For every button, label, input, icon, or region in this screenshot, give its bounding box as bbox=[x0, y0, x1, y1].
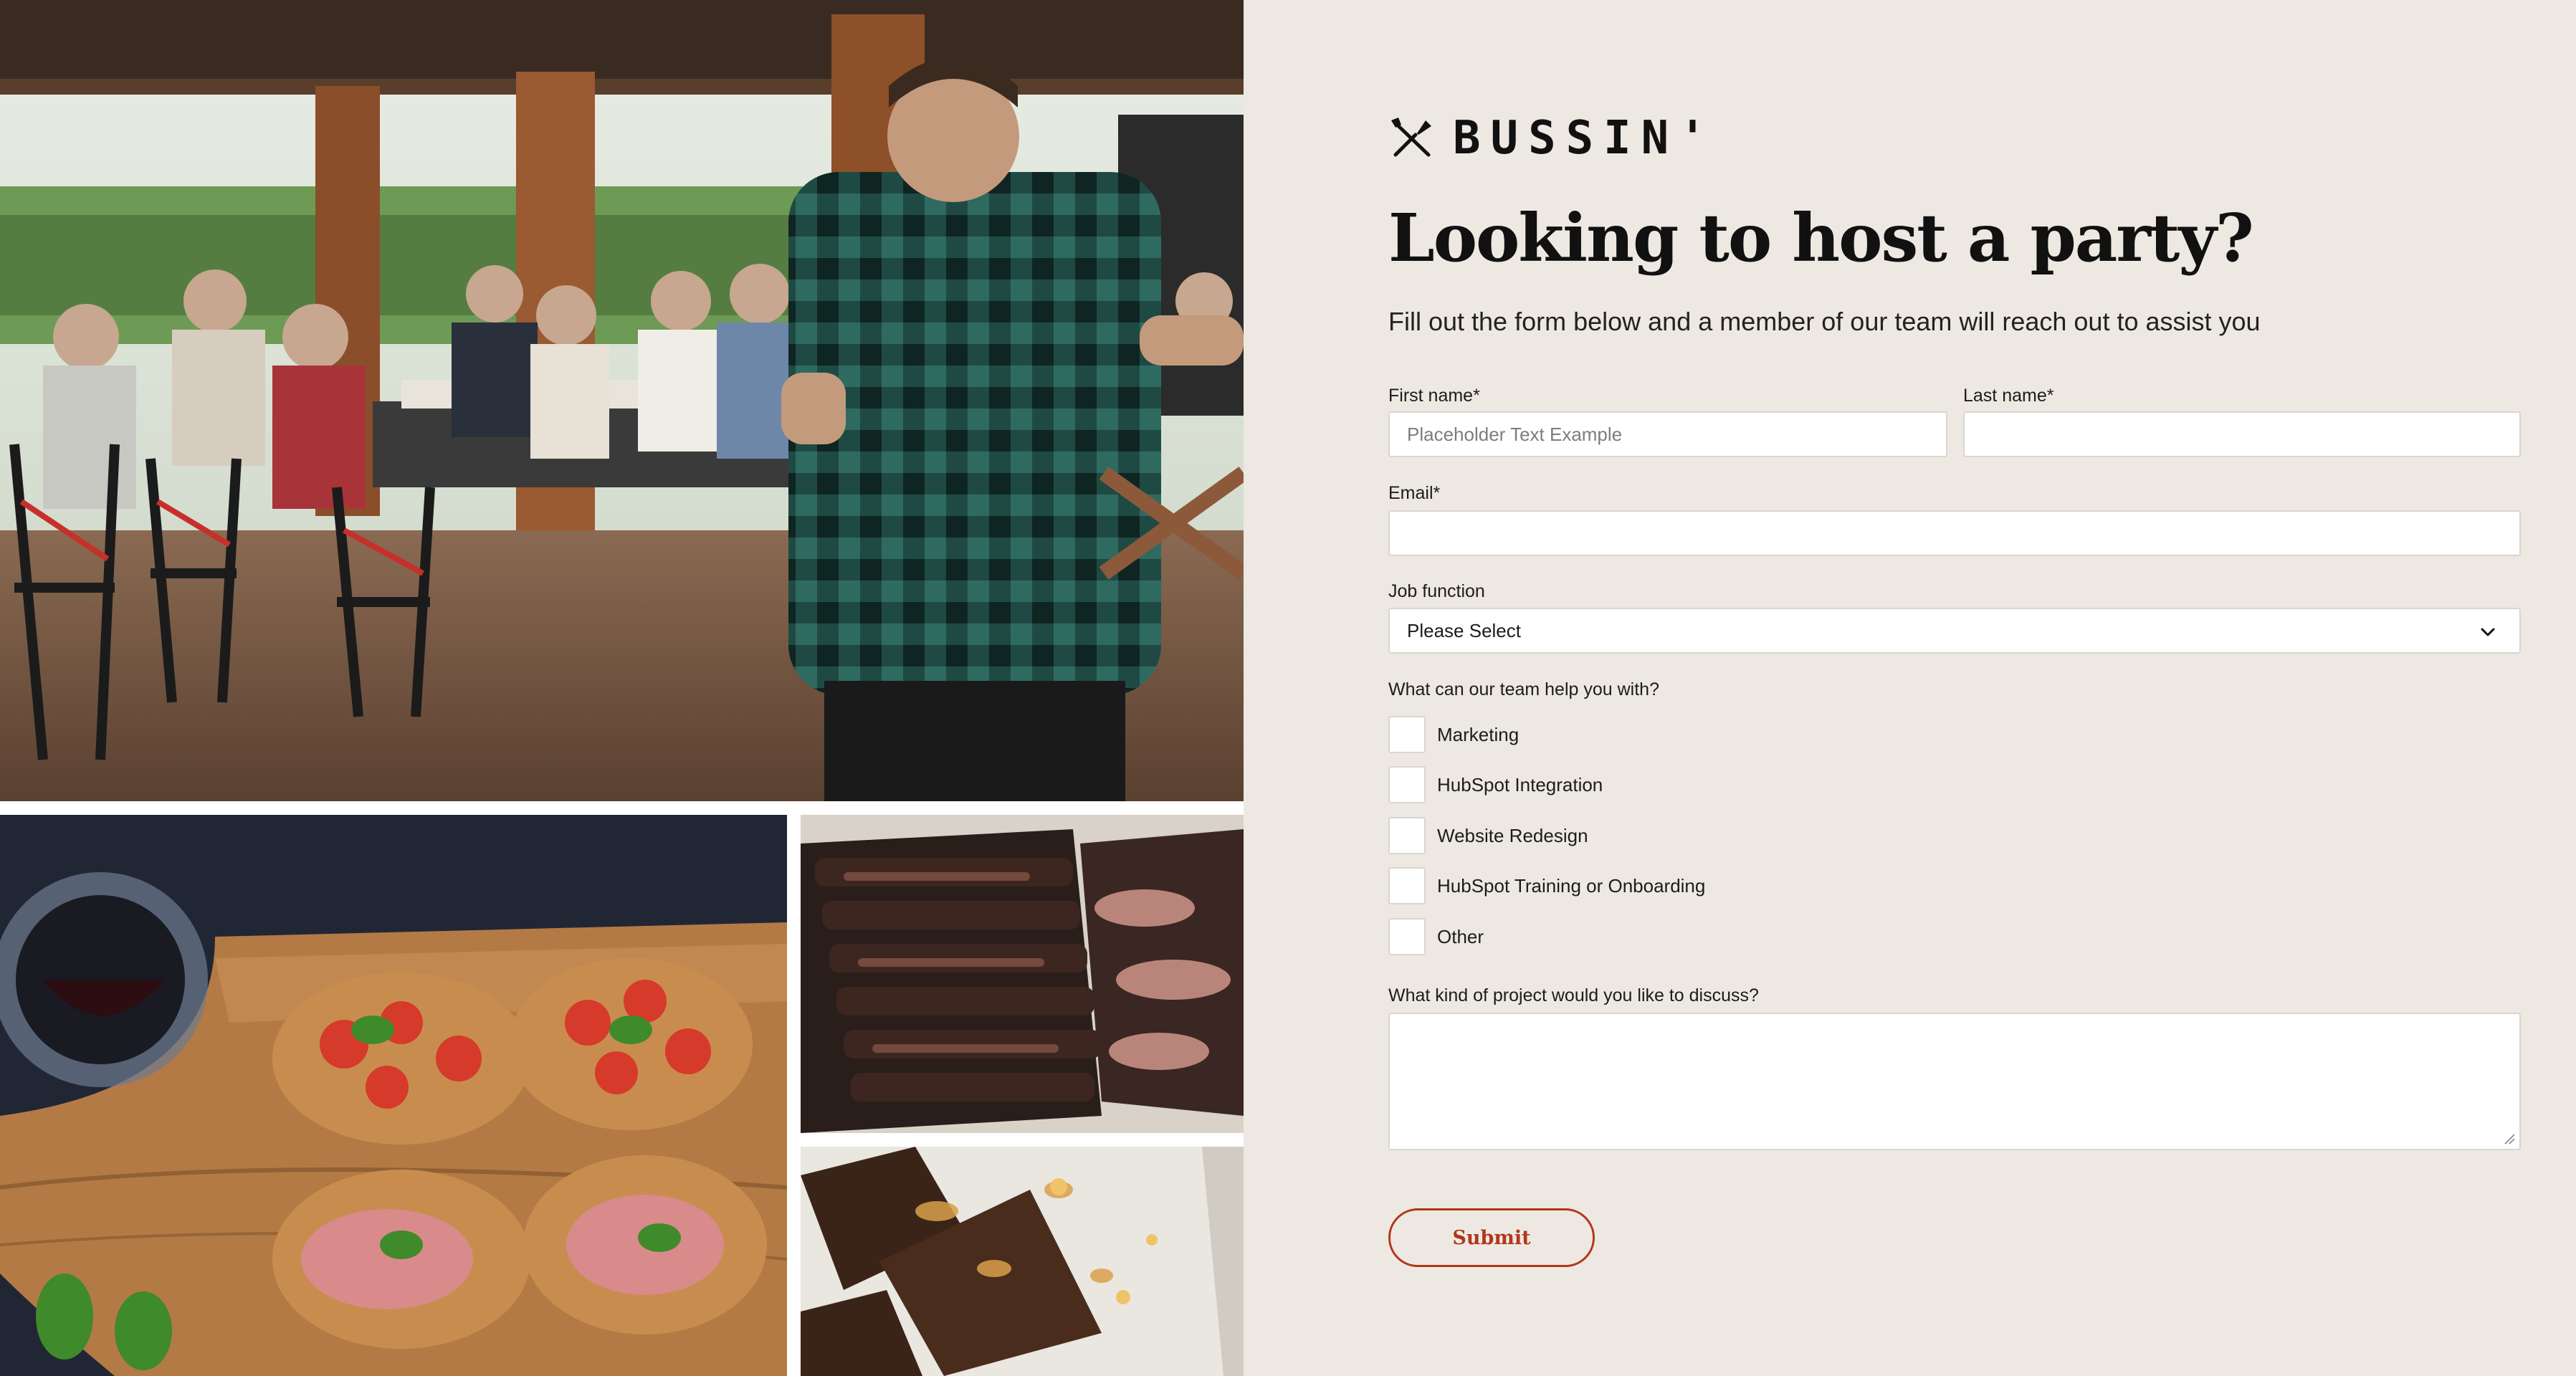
checkbox[interactable] bbox=[1388, 716, 1426, 753]
last-name-label: Last name* bbox=[1963, 386, 2054, 406]
party-photo bbox=[0, 0, 1244, 801]
email-input[interactable] bbox=[1388, 510, 2521, 556]
email-label: Email* bbox=[1388, 483, 1441, 503]
photo-collage bbox=[0, 0, 1244, 1376]
job-function-selected: Please Select bbox=[1407, 619, 1521, 641]
checkbox-label: Other bbox=[1437, 925, 1484, 947]
checkbox-option-website-redesign[interactable]: Website Redesign bbox=[1388, 817, 1588, 854]
checkbox-label: Marketing bbox=[1437, 723, 1520, 745]
job-function-label: Job function bbox=[1388, 581, 1485, 601]
last-name-input[interactable] bbox=[1963, 411, 2521, 457]
project-textarea[interactable] bbox=[1388, 1013, 2521, 1150]
page-subtitle: Fill out the form below and a member of … bbox=[1388, 307, 2261, 336]
help-group-label: What can our team help you with? bbox=[1388, 679, 1659, 699]
checkbox-option-hubspot-integration[interactable]: HubSpot Integration bbox=[1388, 766, 1603, 803]
checkbox-label: Website Redesign bbox=[1437, 824, 1588, 846]
chevron-down-icon bbox=[2481, 628, 2495, 636]
first-name-input[interactable] bbox=[1388, 411, 1947, 457]
checkbox[interactable] bbox=[1388, 918, 1426, 955]
brownie-photo bbox=[801, 1147, 1244, 1376]
project-label: What kind of project would you like to d… bbox=[1388, 985, 1759, 1005]
checkbox[interactable] bbox=[1388, 867, 1426, 904]
form-panel: BUSSIN' Looking to host a party? Fill ou… bbox=[1244, 0, 2576, 1376]
ribs-photo bbox=[801, 815, 1244, 1133]
crossed-utensils-icon bbox=[1391, 118, 1431, 157]
bruschetta-photo bbox=[0, 815, 787, 1376]
checkbox[interactable] bbox=[1388, 766, 1426, 803]
checkbox-label: HubSpot Integration bbox=[1437, 773, 1603, 796]
brand-logo[interactable]: BUSSIN' bbox=[1388, 112, 1717, 165]
job-function-select[interactable]: Please Select bbox=[1388, 608, 2521, 654]
checkbox[interactable] bbox=[1388, 817, 1426, 854]
checkbox-option-hubspot-training[interactable]: HubSpot Training or Onboarding bbox=[1388, 867, 1705, 904]
submit-button[interactable]: Submit bbox=[1388, 1208, 1595, 1267]
first-name-label: First name* bbox=[1388, 386, 1480, 406]
checkbox-option-marketing[interactable]: Marketing bbox=[1388, 716, 1519, 753]
checkbox-option-other[interactable]: Other bbox=[1388, 918, 1484, 955]
resize-handle-icon[interactable] bbox=[2504, 1133, 2515, 1145]
page-title: Looking to host a party? bbox=[1388, 199, 2254, 277]
brand-name: BUSSIN' bbox=[1453, 112, 1717, 165]
checkbox-label: HubSpot Training or Onboarding bbox=[1437, 874, 1706, 897]
